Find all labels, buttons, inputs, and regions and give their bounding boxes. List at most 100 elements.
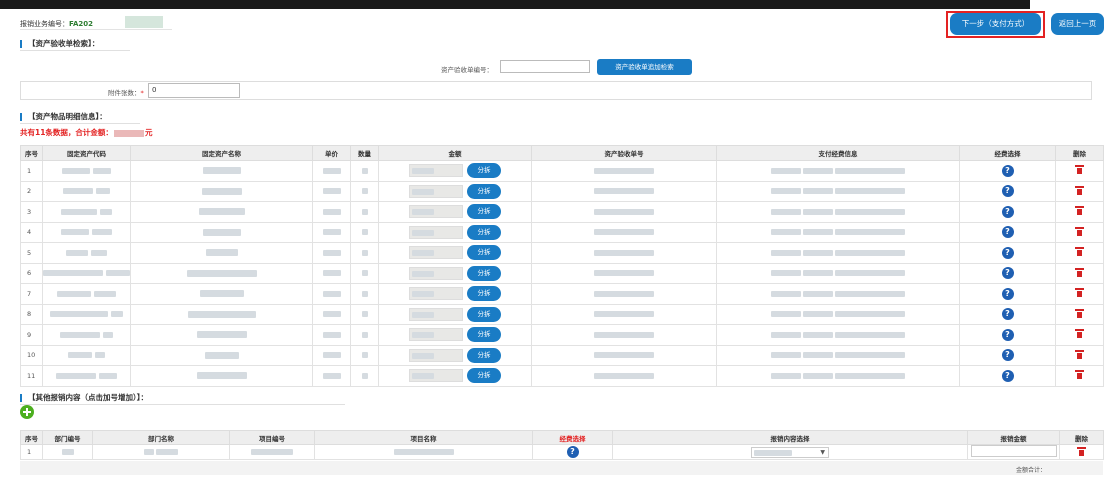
amount-input[interactable] [409,287,463,301]
help-icon[interactable]: ? [1001,267,1014,280]
redacted [835,290,906,297]
redacted [770,188,801,195]
funding-select-cell: ? [959,303,1056,325]
help-icon[interactable]: ? [1001,246,1014,259]
amount-input[interactable] [409,164,463,178]
amount-input[interactable] [409,369,463,383]
amount-input[interactable] [409,266,463,280]
help-icon[interactable]: ? [1001,164,1014,177]
row-seq: 9 [20,324,43,346]
help-icon[interactable]: ? [1001,328,1014,341]
help-icon[interactable]: ? [1001,308,1014,321]
business-number-label: 报销业务编号：FA202 [20,20,94,28]
redacted [594,229,654,236]
amount-group: 分拆 [379,347,531,363]
split-button[interactable]: 分拆 [467,183,501,199]
help-icon[interactable]: ? [1001,369,1014,382]
funding-select-cell: ? [959,344,1056,366]
redacted [361,372,368,379]
amount-input[interactable] [409,246,463,260]
help-icon[interactable]: ? [1001,185,1014,198]
asset-name-cell [130,221,313,243]
trash-icon[interactable] [1075,370,1084,380]
redacted [835,352,906,359]
trash-icon[interactable] [1075,288,1084,298]
row-seq: 11 [20,365,43,387]
trash-icon[interactable] [1075,329,1084,339]
amount-input[interactable] [409,184,463,198]
trash-icon[interactable] [1075,247,1084,257]
trash-icon[interactable] [1075,165,1084,175]
col-funding-select: 经费选择 [959,145,1056,161]
asset-name-cell [130,344,313,366]
trash-icon[interactable] [1075,206,1084,216]
help-icon[interactable]: ? [1001,205,1014,218]
receipt-number-input[interactable] [500,60,590,73]
content-select[interactable]: ▼ [751,446,829,458]
split-button[interactable]: 分拆 [467,306,501,322]
redacted [322,290,341,297]
redacted [95,188,110,195]
redacted [61,229,90,236]
asset-name-cell [130,262,313,284]
redacted [204,351,239,359]
trash-icon[interactable] [1075,267,1084,277]
redacted [322,331,341,338]
help-icon[interactable]: ? [1001,226,1014,239]
asset-name-cell [130,201,313,223]
split-button[interactable]: 分拆 [467,265,501,281]
split-button[interactable]: 分拆 [467,347,501,363]
funding-select-cell: ? [959,242,1056,264]
amount-group: 分拆 [379,327,531,343]
trash-icon[interactable] [1075,185,1084,195]
amount-group: 分拆 [379,245,531,261]
add-icon[interactable] [20,405,34,419]
attachment-count-input[interactable]: 0 [148,83,240,98]
split-button[interactable]: 分拆 [467,286,501,302]
help-icon[interactable]: ? [566,446,579,458]
redacted [196,331,247,339]
amount-cell [967,444,1060,460]
redacted [412,291,434,298]
expense-amount-input[interactable] [970,445,1057,457]
split-button[interactable]: 分拆 [467,204,501,220]
amount-group: 分拆 [379,183,531,199]
unit-price-cell [312,262,351,284]
split-button[interactable]: 分拆 [467,224,501,240]
redacted [594,372,654,379]
delete-cell [1055,303,1104,325]
receipt-search-button[interactable]: 资产验收单追加检索 [597,59,692,75]
amount-input[interactable] [409,328,463,342]
unit-price-cell [312,242,351,264]
split-button[interactable]: 分拆 [467,327,501,343]
help-icon[interactable]: ? [1001,349,1014,362]
unit-price-cell [312,344,351,366]
trash-icon[interactable] [1077,446,1086,456]
split-button[interactable]: 分拆 [467,245,501,261]
asset-code-cell [42,242,131,264]
amount-input[interactable] [409,205,463,219]
trash-icon[interactable] [1075,308,1084,318]
table-header-row: 序号 部门编号 部门名称 项目编号 项目名称 经费选择 报销内容选择 报销金额 … [20,430,1104,445]
redacted [322,372,341,379]
funding-select-cell: ? [959,221,1056,243]
split-button[interactable]: 分拆 [467,368,501,384]
asset-code-cell [42,180,131,202]
redacted [412,209,434,216]
split-button[interactable]: 分拆 [467,163,501,179]
asset-name-cell [130,283,313,305]
amount-input[interactable] [409,225,463,239]
amount-input[interactable] [409,348,463,362]
receipt-no-cell [531,365,717,387]
delete-cell [1059,444,1104,460]
redacted [99,208,112,215]
asset-code-cell [42,201,131,223]
amount-input[interactable] [409,307,463,321]
receipt-no-cell [531,160,717,182]
redacted [50,311,109,318]
help-icon[interactable]: ? [1001,287,1014,300]
trash-icon[interactable] [1075,349,1084,359]
back-button[interactable]: 返回上一页 [1051,13,1104,35]
trash-icon[interactable] [1075,226,1084,236]
total-amount-label: 金额合计： [1016,467,1047,474]
